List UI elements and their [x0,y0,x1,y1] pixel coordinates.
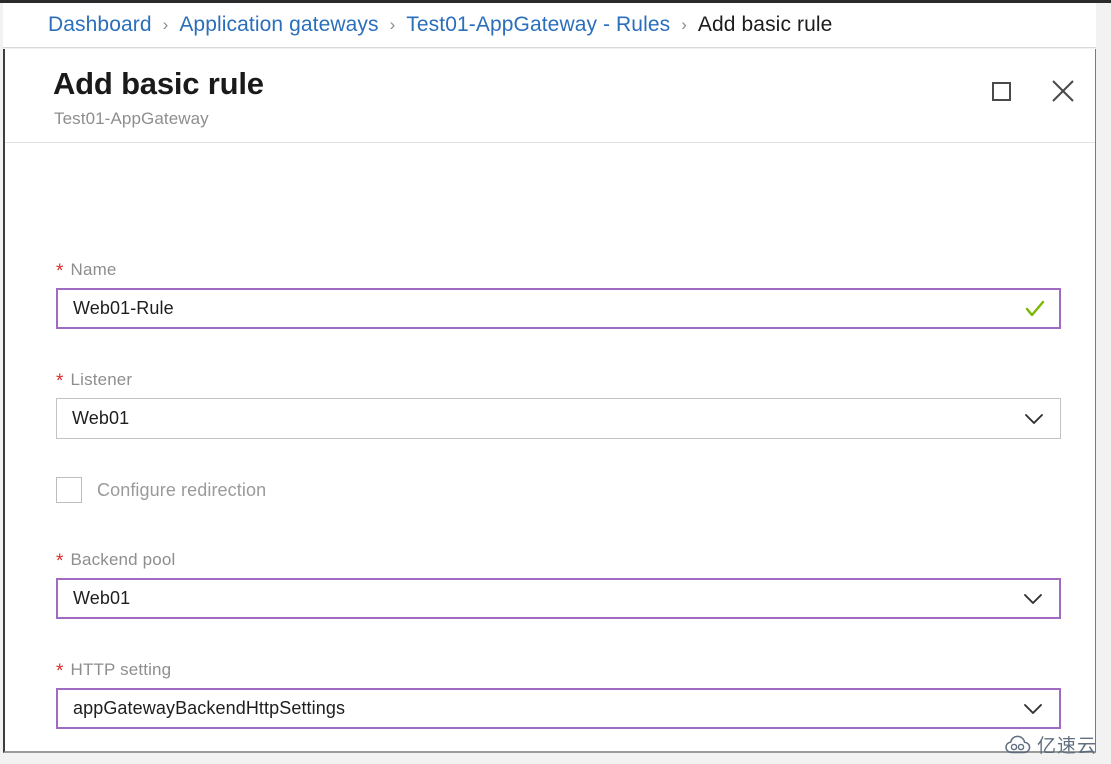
name-input[interactable]: Web01-Rule [56,288,1061,329]
backend-pool-field-group: * Backend pool Web01 [56,550,1061,619]
breadcrumb-separator-icon: › [681,15,687,34]
name-field-label: * Name [56,260,1061,282]
breadcrumb-item-dashboard[interactable]: Dashboard [48,13,152,37]
configure-redirection-checkbox[interactable] [56,477,82,503]
name-label-text: Name [70,260,117,279]
http-setting-label-text: HTTP setting [70,660,172,679]
required-indicator: * [56,261,64,282]
backend-pool-label-text: Backend pool [70,550,176,569]
watermark: 亿速云 [1005,731,1097,758]
configure-redirection-row[interactable]: Configure redirection [56,477,266,503]
breadcrumb-item-application-gateways[interactable]: Application gateways [179,13,378,37]
cloud-icon [1005,735,1031,753]
http-setting-select[interactable]: appGatewayBackendHttpSettings [56,688,1061,729]
add-basic-rule-blade: Add basic rule Test01-AppGateway * Name … [3,49,1096,753]
backend-pool-field-label: * Backend pool [56,550,1061,572]
name-field-group: * Name Web01-Rule [56,260,1061,329]
breadcrumb-separator-icon: › [389,15,396,34]
blade-header: Add basic rule Test01-AppGateway [5,49,1095,143]
listener-select-value: Web01 [72,408,130,428]
chevron-down-icon [1025,413,1043,424]
listener-label-text: Listener [70,370,133,389]
http-setting-select-value: appGatewayBackendHttpSettings [73,698,346,718]
name-input-value: Web01-Rule [73,298,174,318]
chevron-down-icon [1024,593,1042,604]
http-setting-field-group: * HTTP setting appGatewayBackendHttpSett… [56,660,1061,729]
breadcrumb-separator-icon: › [162,15,169,34]
window-controls [983,73,1081,109]
required-indicator: * [56,371,64,392]
configure-redirection-label: Configure redirection [97,479,267,500]
watermark-text: 亿速云 [1036,736,1097,757]
listener-field-group: * Listener Web01 [56,370,1061,439]
required-indicator: * [56,661,64,682]
chevron-down-icon [1024,703,1042,714]
breadcrumb-item-test01-appgateway-rules[interactable]: Test01-AppGateway - Rules [406,13,670,37]
listener-field-label: * Listener [56,370,1061,392]
backend-pool-select-value: Web01 [73,588,131,608]
close-button[interactable] [1045,73,1081,109]
backend-pool-select[interactable]: Web01 [56,578,1061,619]
valid-check-icon [1025,300,1045,316]
listener-select[interactable]: Web01 [56,398,1061,439]
page-subtitle: Test01-AppGateway [54,109,209,128]
required-indicator: * [56,551,64,572]
maximize-button[interactable] [983,73,1019,109]
page-title: Add basic rule [53,66,264,101]
maximize-icon [991,81,1011,101]
breadcrumb-item-add-basic-rule: Add basic rule [697,13,833,36]
azure-portal-blade-screen: Dashboard › Application gateways › Test0… [0,0,1111,764]
close-icon [1052,80,1074,102]
http-setting-field-label: * HTTP setting [56,660,1061,682]
breadcrumb: Dashboard › Application gateways › Test0… [3,3,1096,48]
